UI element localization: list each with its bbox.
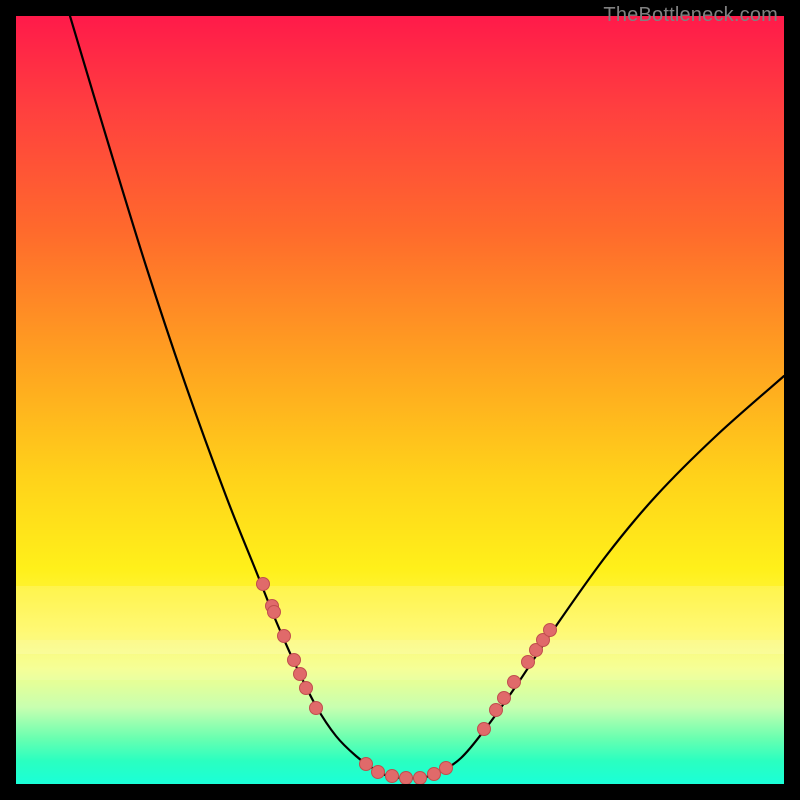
dot — [522, 656, 535, 669]
dot — [268, 606, 281, 619]
dot — [386, 770, 399, 783]
dot — [544, 624, 557, 637]
dot — [428, 768, 441, 781]
dot — [310, 702, 323, 715]
dot — [294, 668, 307, 681]
watermark-text: TheBottleneck.com — [603, 4, 778, 27]
dot — [498, 692, 511, 705]
dot — [257, 578, 270, 591]
dot — [508, 676, 521, 689]
dot — [372, 766, 385, 779]
dot — [400, 772, 413, 785]
dot — [360, 758, 373, 771]
curve-layer — [16, 16, 784, 784]
dot — [490, 704, 503, 717]
dot — [414, 772, 427, 785]
dot — [278, 630, 291, 643]
dot — [300, 682, 313, 695]
dot — [478, 723, 491, 736]
plot-area — [16, 16, 784, 784]
dot — [288, 654, 301, 667]
curve-dots — [257, 578, 557, 785]
v-curve — [70, 16, 784, 778]
chart-frame: TheBottleneck.com — [0, 0, 800, 800]
dot — [440, 762, 453, 775]
